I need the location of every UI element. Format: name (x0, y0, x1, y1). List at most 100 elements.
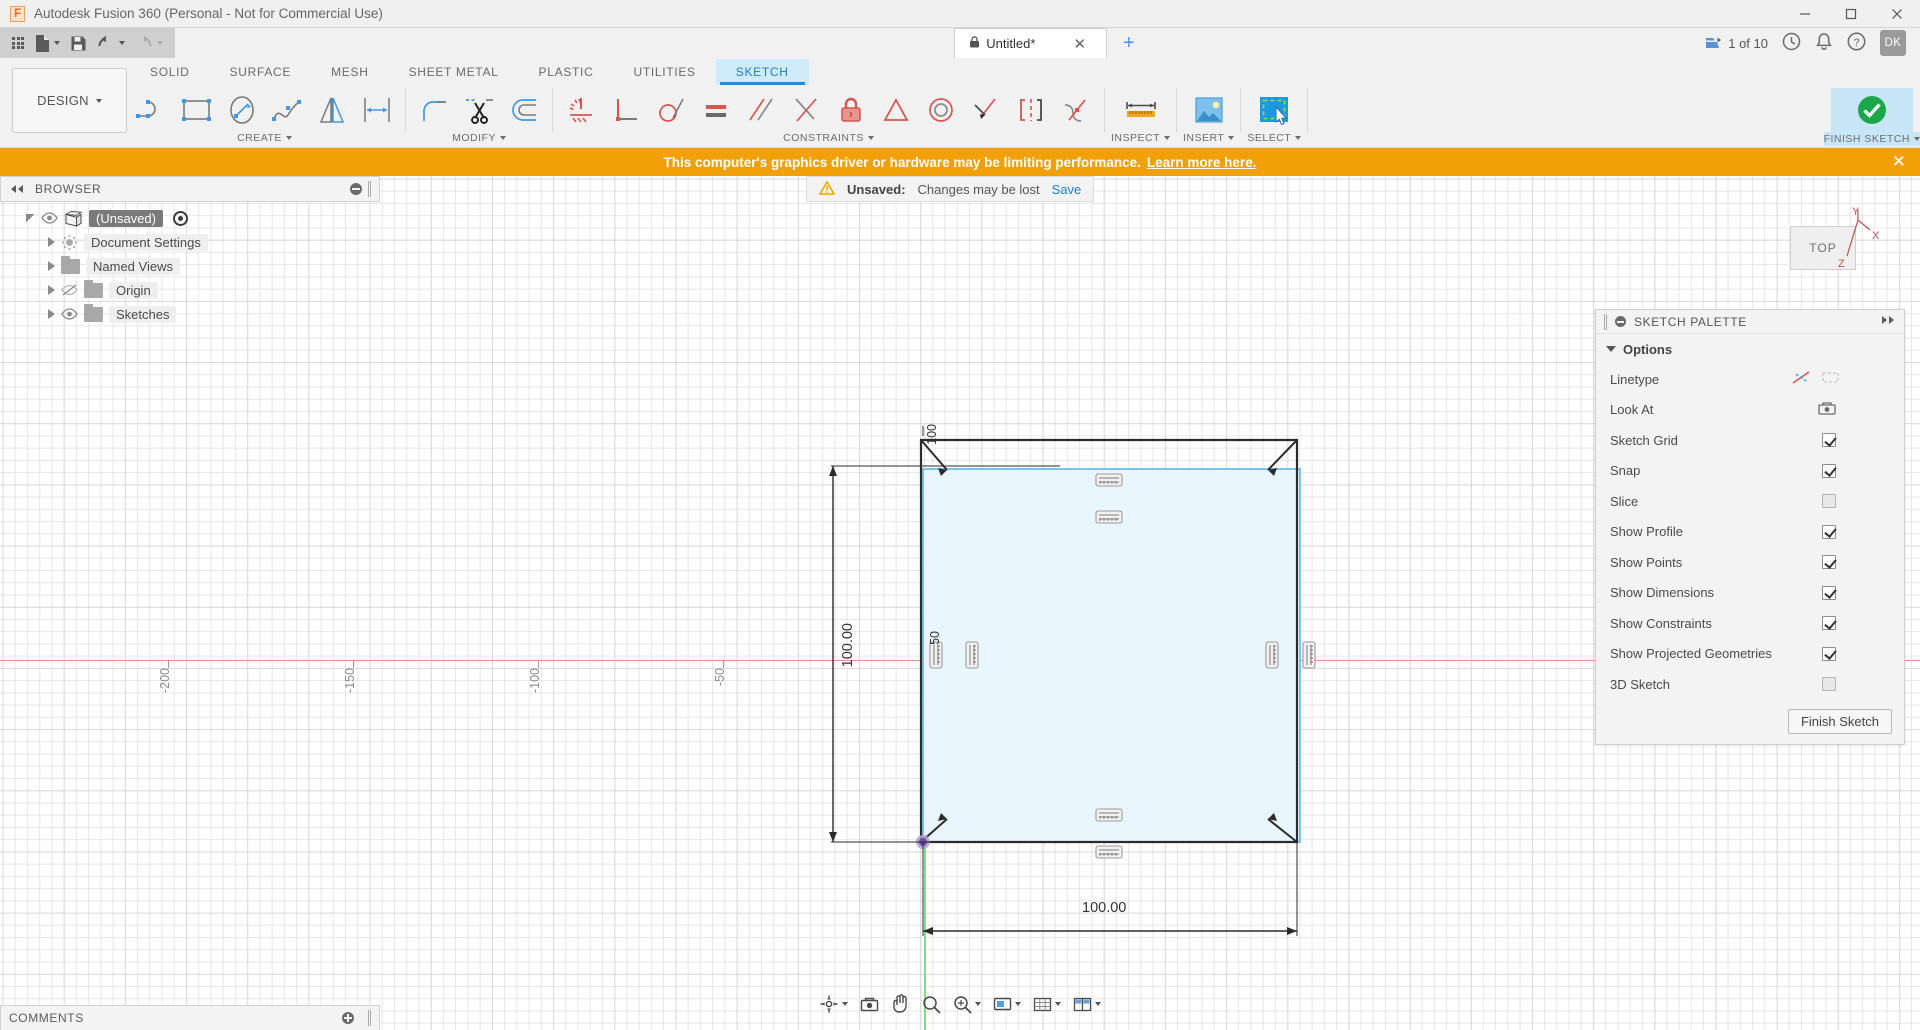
symmetry-icon[interactable] (1009, 88, 1053, 132)
collinear-icon[interactable] (964, 88, 1008, 132)
chevron-down-icon[interactable] (26, 214, 35, 223)
clock-icon[interactable] (1782, 32, 1801, 54)
app-grid-icon[interactable] (8, 30, 28, 56)
grip-icon[interactable] (368, 181, 371, 197)
zoom-icon[interactable] (917, 990, 946, 1018)
horizontal-vertical-icon[interactable] (784, 88, 828, 132)
show-points-checkbox[interactable] (1822, 555, 1836, 569)
activate-radio[interactable] (173, 211, 188, 226)
ribbon-group-label[interactable]: CREATE (237, 132, 292, 144)
maximize-button[interactable] (1828, 0, 1874, 28)
ribbon-group-label[interactable]: CONSTRAINTS (783, 132, 874, 144)
show-dimensions-checkbox[interactable] (1822, 586, 1836, 600)
measure-icon[interactable] (1119, 88, 1163, 132)
tab-mesh[interactable]: MESH (311, 59, 388, 85)
chevron-right-icon[interactable] (48, 285, 55, 295)
ribbon-group-label[interactable]: MODIFY (452, 132, 506, 144)
slice-checkbox[interactable] (1822, 494, 1836, 508)
tab-sheet-metal[interactable]: SHEET METAL (389, 59, 519, 85)
midpoint-icon[interactable] (874, 88, 918, 132)
chevron-right-icon[interactable] (48, 309, 55, 319)
new-tab-button[interactable]: + (1117, 32, 1141, 55)
view-cube[interactable]: TOP Y X Z (1768, 204, 1878, 294)
visibility-eye-off-icon[interactable] (61, 284, 78, 297)
grid-snap-icon[interactable] (1028, 990, 1066, 1018)
look-at-icon[interactable] (855, 990, 884, 1018)
ribbon-group-label[interactable]: INSPECT (1111, 132, 1170, 144)
visibility-eye-icon[interactable] (61, 308, 78, 321)
display-settings-icon[interactable] (988, 990, 1026, 1018)
pan-hand-icon[interactable] (886, 990, 915, 1018)
fillet-icon[interactable] (412, 88, 456, 132)
ribbon-group-label[interactable]: FINISH SKETCH (1824, 132, 1920, 146)
new-file-icon[interactable] (30, 30, 64, 56)
tab-sketch[interactable]: SKETCH (716, 59, 809, 85)
browser-item-unsaved[interactable]: (Unsaved) (0, 206, 380, 230)
tab-surface[interactable]: SURFACE (210, 59, 312, 85)
construction-line-icon[interactable] (1792, 370, 1811, 388)
show-profile-checkbox[interactable] (1822, 525, 1836, 539)
palette-section-options[interactable]: Options (1596, 334, 1904, 364)
grip-icon[interactable] (368, 1010, 371, 1026)
finish-sketch-button[interactable]: Finish Sketch (1788, 709, 1892, 734)
dimension-left-label[interactable]: 50 (928, 631, 942, 645)
show-constraints-checkbox[interactable] (1822, 616, 1836, 630)
circle-icon[interactable] (220, 88, 264, 132)
tab-plastic[interactable]: PLASTIC (519, 59, 614, 85)
add-circle-icon[interactable] (342, 1012, 354, 1024)
tab-solid[interactable]: SOLID (130, 59, 210, 85)
parallel-icon[interactable] (739, 88, 783, 132)
browser-item-origin[interactable]: Origin (0, 278, 380, 302)
minimize-circle-icon[interactable] (350, 183, 362, 195)
help-icon[interactable]: ? (1847, 32, 1866, 54)
rectangle-icon[interactable] (175, 88, 219, 132)
minimize-button[interactable] (1782, 0, 1828, 28)
workspace-switcher[interactable]: DESIGN (12, 68, 127, 133)
chevron-right-icon[interactable] (48, 261, 55, 271)
grip-icon[interactable] (1604, 314, 1607, 330)
close-icon[interactable]: ✕ (1067, 35, 1092, 53)
job-status[interactable]: 1 of 10 (1705, 36, 1768, 51)
ribbon-group-label[interactable]: SELECT (1247, 132, 1301, 144)
save-icon[interactable] (66, 30, 91, 56)
fix-unfix-icon[interactable] (829, 88, 873, 132)
visibility-eye-icon[interactable] (41, 212, 58, 225)
close-button[interactable] (1874, 0, 1920, 28)
save-link[interactable]: Save (1052, 182, 1082, 197)
centerline-icon[interactable] (1821, 370, 1840, 388)
rectangular-pattern-icon[interactable] (355, 88, 399, 132)
coincident-icon[interactable] (559, 88, 603, 132)
zoom-fit-icon[interactable] (948, 990, 986, 1018)
ribbon-group-label[interactable]: INSERT (1183, 132, 1234, 144)
undo-icon[interactable] (93, 30, 129, 56)
spline-icon[interactable] (265, 88, 309, 132)
bell-icon[interactable] (1815, 32, 1833, 54)
show-projected-geometries-checkbox[interactable] (1822, 647, 1836, 661)
select-window-icon[interactable] (1252, 88, 1296, 132)
browser-item-document-settings[interactable]: Document Settings (0, 230, 380, 254)
offset-icon[interactable] (502, 88, 546, 132)
expand-right-icon[interactable] (1880, 315, 1896, 328)
orbit-icon[interactable] (814, 990, 853, 1018)
minimize-circle-icon[interactable] (1615, 316, 1626, 327)
viewports-icon[interactable] (1068, 990, 1106, 1018)
equal-icon[interactable] (694, 88, 738, 132)
tab-utilities[interactable]: UTILITIES (613, 59, 715, 85)
dimension-height-label[interactable]: 100.00 (840, 623, 856, 667)
curvature-icon[interactable] (1054, 88, 1098, 132)
finish-sketch-check-icon[interactable] (1845, 88, 1899, 132)
canvas-area[interactable]: -200 -150 -100 -50 (0, 176, 1920, 1030)
dimension-top-label[interactable]: 100 (925, 424, 939, 445)
learn-more-link[interactable]: Learn more here. (1147, 155, 1257, 170)
perpendicular-icon[interactable] (604, 88, 648, 132)
trim-icon[interactable] (457, 88, 501, 132)
browser-item-sketches[interactable]: Sketches (0, 302, 380, 326)
chevron-right-icon[interactable] (48, 237, 55, 247)
comments-panel[interactable]: COMMENTS (0, 1005, 380, 1030)
sketch-grid-checkbox[interactable] (1822, 433, 1836, 447)
snap-checkbox[interactable] (1822, 464, 1836, 478)
concentric-icon[interactable] (919, 88, 963, 132)
mirror-icon[interactable] (310, 88, 354, 132)
collapse-left-icon[interactable] (9, 182, 25, 197)
browser-item-named-views[interactable]: Named Views (0, 254, 380, 278)
